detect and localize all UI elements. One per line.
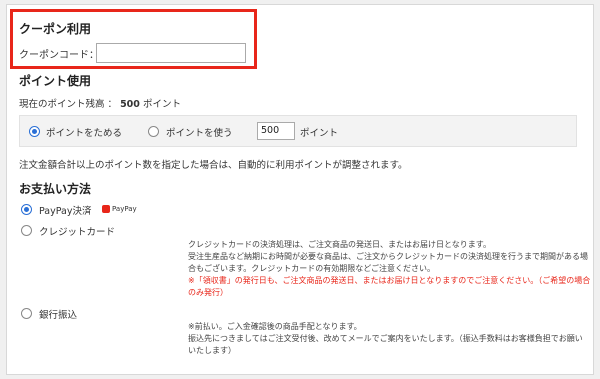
payment-title: お支払い方法 [19,182,92,196]
points-balance-label: 現在のポイント残高 ： [19,99,118,110]
radio-paypay[interactable] [21,204,32,215]
label-paypay[interactable]: PayPay決済 [39,203,92,217]
coupon-code-input[interactable] [96,43,246,63]
points-balance: 現在のポイント残高 ： 500 ポイント [19,96,181,110]
use-points-input[interactable]: 500 [257,122,295,140]
radio-save-points[interactable] [29,126,40,137]
coupon-code-label: クーポンコード： [19,50,99,61]
points-notice: 注文金額合計以上のポイント数を指定した場合は、自動的に利用ポイントが調整されます… [19,160,408,171]
radio-use-points[interactable] [148,126,159,137]
credit-note-3: 合もございます。クレジットカードの有効期限などご注意ください。 [188,264,435,273]
radio-bank-transfer[interactable] [21,308,32,319]
receipt-note-2: のみ発行） [188,288,228,297]
radio-credit-card[interactable] [21,225,32,236]
paypay-logo-text: PayPay [112,205,137,213]
receipt-note-1: ※「領収書」の発行日も、ご注文商品の発送日、またはお届け日となりますのでご注意く… [188,276,591,285]
label-use-points[interactable]: ポイントを使う [166,125,233,139]
points-balance-unit: ポイント [142,99,181,110]
label-bank-transfer[interactable]: 銀行振込 [39,307,77,321]
points-title: ポイント使用 [19,74,92,88]
label-credit-card[interactable]: クレジットカード [39,224,115,238]
points-balance-value: 500 [120,99,140,110]
bank-note-2: 振込先につきましてはご注文受付後、改めてメールでご案内をいたします。（振込手数料… [188,334,583,343]
paypay-logo: PayPay [102,205,137,213]
bank-note-3: いたします） [188,346,236,355]
label-save-points[interactable]: ポイントをためる [46,125,122,139]
credit-note-1: クレジットカードの決済処理は、ご注文商品の発送日、またはお届け日となります。 [188,240,491,249]
use-points-unit: ポイント [300,128,339,139]
credit-note-2: 受注生産品など納期にお時間が必要な商品は、ご注文からクレジットカードの決済処理を… [188,252,588,261]
paypay-icon [102,205,110,213]
coupon-title: クーポン利用 [19,22,92,36]
bank-note-1: ※前払い。ご入金確認後の商品手配となります。 [188,322,362,331]
